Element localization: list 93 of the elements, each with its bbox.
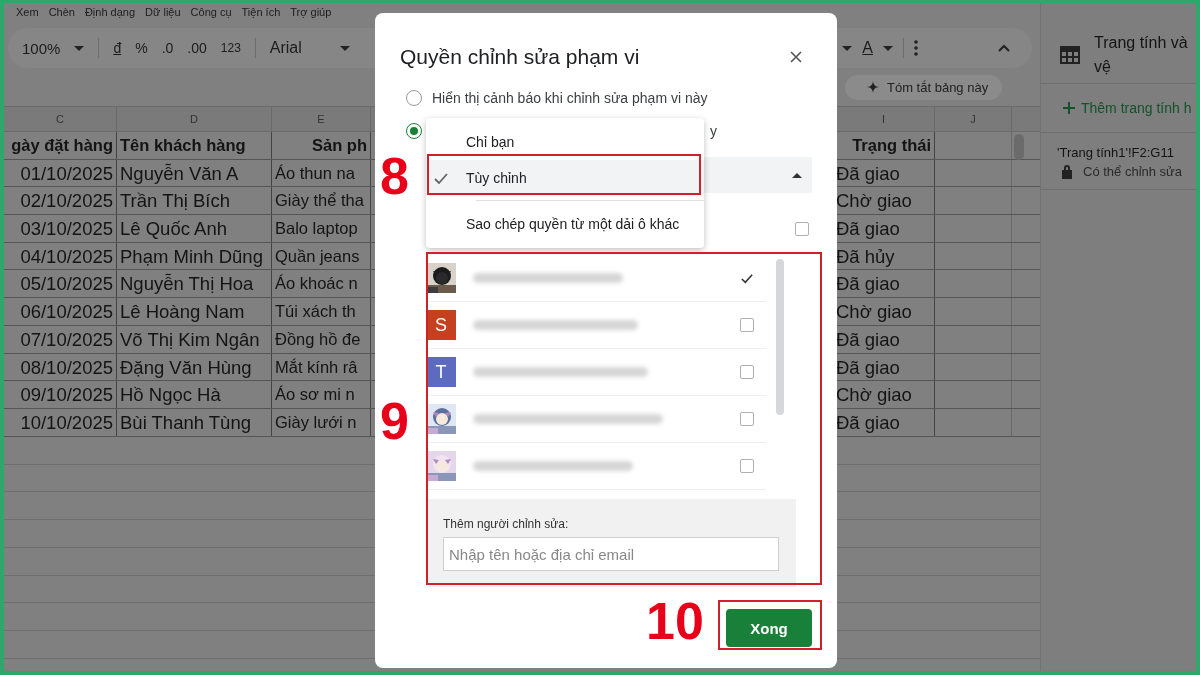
table-cell: 07/10/2025: [4, 325, 117, 353]
checkbox[interactable]: [740, 365, 754, 379]
table-cell: Trần Thị Bích: [117, 187, 272, 215]
more-icon[interactable]: [914, 40, 918, 56]
menu-item[interactable]: Tiện ích: [241, 5, 281, 19]
checkbox[interactable]: [740, 412, 754, 426]
avatar: S: [426, 310, 456, 340]
menu-item[interactable]: Công cụ: [190, 5, 232, 19]
step-number: 8: [380, 146, 409, 206]
table-cell: Đồng hồ đe: [272, 325, 371, 353]
menu-item[interactable]: Định dạng: [84, 5, 136, 19]
step-number: 10: [646, 591, 704, 651]
format-button[interactable]: %: [135, 40, 148, 56]
scrollbar-thumb[interactable]: [776, 259, 784, 415]
table-cell: Võ Thị Kim Ngân: [117, 325, 272, 353]
table-cell: Bùi Thanh Tùng: [117, 408, 272, 436]
menu-item[interactable]: Chèn: [48, 5, 75, 19]
column-header[interactable]: E: [272, 107, 371, 131]
protected-range-item[interactable]: 'Trang tính1'!F2:G11 Có thể chỉnh sửa: [1041, 133, 1196, 190]
table-cell: Lê Hoàng Nam: [117, 298, 272, 325]
add-sheet-link[interactable]: Thêm trang tính h: [1041, 84, 1196, 133]
sparkle-icon: [867, 81, 879, 93]
dialog-title: Quyền chỉnh sửa phạm vi: [400, 45, 640, 69]
table-cell: Giày thể tha: [272, 187, 371, 215]
table-cell: Áo thun na: [272, 159, 371, 187]
table-cell: Quần jeans: [272, 242, 371, 270]
menu-item[interactable]: Dữ liệu: [145, 5, 181, 19]
plus-icon: [1063, 102, 1075, 114]
checkbox[interactable]: [740, 318, 754, 332]
scrollbar-thumb[interactable]: [1014, 134, 1024, 160]
menu-option[interactable]: Tùy chỉnh: [426, 160, 704, 196]
lock-icon: [1061, 164, 1073, 179]
table-cell: Áo sơ mi n: [272, 381, 371, 408]
menu-item[interactable]: Trợ giúp: [290, 5, 332, 19]
checkbox[interactable]: [740, 271, 754, 285]
email-input-field[interactable]: Nhập tên hoặc địa chỉ email: [443, 537, 779, 571]
table-cell: Sản ph: [272, 132, 371, 159]
table-cell: Phạm Minh Dũng: [117, 242, 272, 270]
font-dropdown[interactable]: Arial: [269, 39, 326, 57]
table-cell: 09/10/2025: [4, 381, 117, 408]
collapse-icon[interactable]: [998, 44, 1010, 52]
format-button[interactable]: .0: [161, 40, 174, 56]
option-label: y: [710, 122, 717, 139]
table-icon: [1060, 46, 1080, 64]
caret-icon: [792, 172, 802, 178]
menu-item[interactable]: Xem: [16, 5, 39, 19]
table-cell: Lê Quốc Anh: [117, 215, 272, 242]
table-cell: gày đặt hàng: [4, 132, 117, 159]
table-cell: 03/10/2025: [4, 215, 117, 242]
format-button[interactable]: 123: [220, 41, 241, 55]
table-cell: 08/10/2025: [4, 353, 117, 381]
table-cell: Mắt kính râ: [272, 353, 371, 381]
caret-icon[interactable]: [74, 45, 85, 51]
caret-icon[interactable]: [339, 45, 350, 51]
table-cell: 04/10/2025: [4, 242, 117, 270]
range-name: 'Trang tính1'!F2:G11: [1057, 145, 1175, 160]
done-button[interactable]: Xong: [726, 609, 812, 647]
table-cell: Nguyễn Văn A: [117, 159, 272, 187]
table-cell: 01/10/2025: [4, 159, 117, 187]
table-cell: 06/10/2025: [4, 298, 117, 325]
menu-option[interactable]: Sao chép quyền từ một dải ô khác: [426, 205, 704, 242]
text-color-button[interactable]: A: [862, 39, 873, 57]
option-label: Hiển thị cảnh báo khi chỉnh sửa phạm vi này: [432, 89, 708, 106]
close-icon[interactable]: [790, 51, 802, 63]
table-cell: Balo laptop: [272, 215, 371, 242]
table-cell: Áo khoác n: [272, 270, 371, 298]
format-button[interactable]: .00: [187, 40, 207, 56]
column-header[interactable]: D: [117, 107, 272, 131]
table-cell: Túi xách th: [272, 298, 371, 325]
panel-title: vệ: [1094, 57, 1112, 77]
table-cell: 05/10/2025: [4, 270, 117, 298]
table-cell: Đặng Văn Hùng: [117, 353, 272, 381]
table-cell: 10/10/2025: [4, 408, 117, 436]
permission-label: Có thể chỉnh sửa: [1083, 164, 1183, 179]
checkbox[interactable]: [795, 222, 809, 236]
zoom-dropdown[interactable]: 100%: [22, 39, 61, 57]
table-cell: Tên khách hàng: [117, 132, 272, 159]
summarize-chip[interactable]: Tóm tắt bảng này: [845, 74, 1003, 100]
column-header[interactable]: C: [4, 107, 117, 131]
caret-icon[interactable]: [883, 45, 893, 51]
avatar: T: [426, 357, 456, 387]
table-cell: 02/10/2025: [4, 187, 117, 215]
column-header[interactable]: J: [935, 107, 1012, 131]
table-cell: Nguyễn Thị Hoa: [117, 270, 272, 298]
format-button[interactable]: đ: [113, 40, 122, 56]
field-label: Thêm người chỉnh sửa:: [443, 517, 570, 531]
step-number: 9: [380, 391, 409, 451]
caret-icon[interactable]: [842, 45, 853, 51]
check-icon: [434, 172, 448, 184]
table-cell: Hồ Ngọc Hà: [117, 381, 272, 408]
panel-title: Trang tính và: [1094, 33, 1188, 53]
table-cell: Giày lưới n: [272, 408, 371, 436]
checkbox[interactable]: [740, 459, 754, 473]
